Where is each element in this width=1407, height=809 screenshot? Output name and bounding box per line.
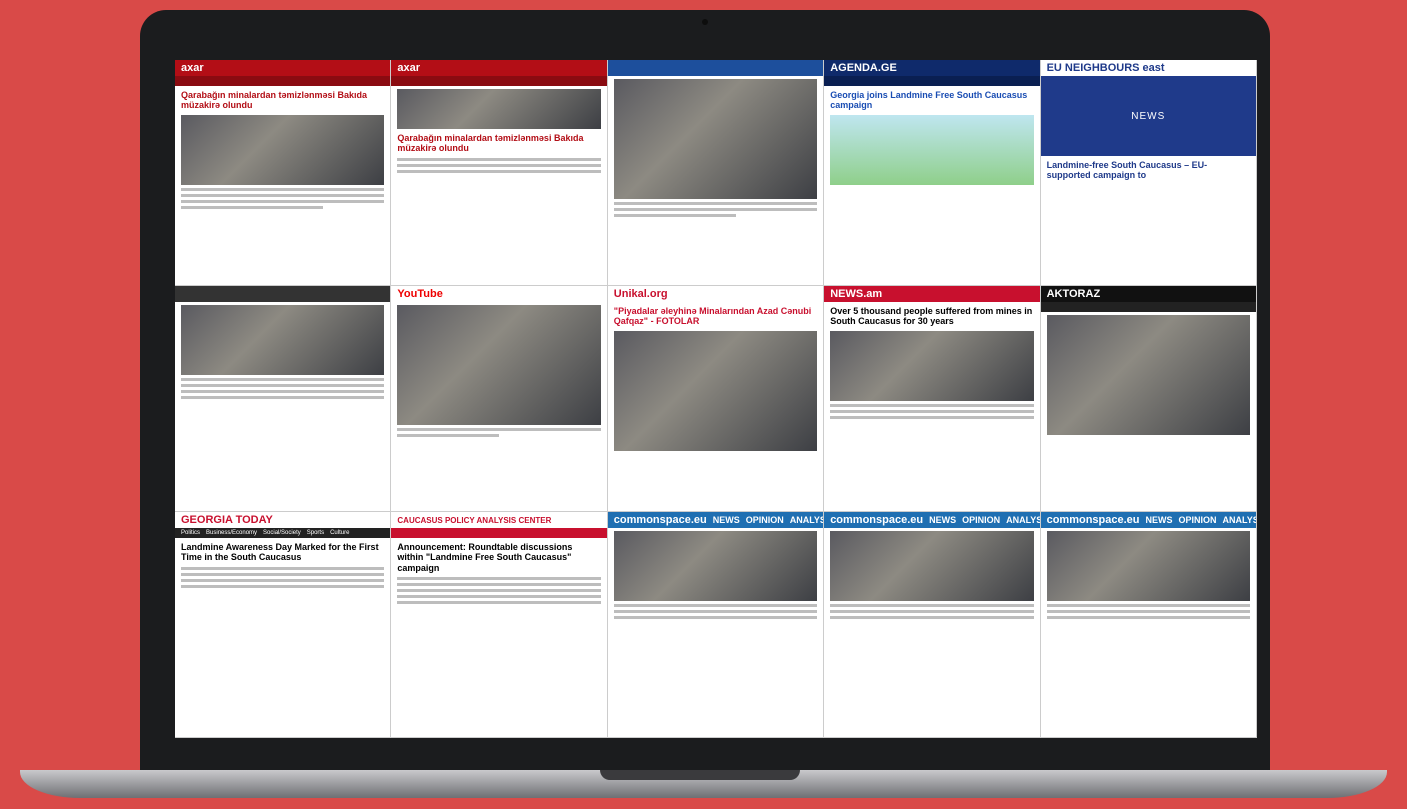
nav-opinion[interactable]: OPINION xyxy=(1179,515,1217,525)
video-info xyxy=(397,428,601,437)
nav-analysis[interactable]: ANALYSIS xyxy=(1006,515,1039,525)
tile-agenda-ge[interactable]: AGENDA.GE Georgia joins Landmine Free So… xyxy=(824,60,1041,286)
article-photo xyxy=(1046,531,1250,601)
tile-cpac[interactable]: CAUCASUS POLICY ANALYSIS CENTER Announce… xyxy=(391,512,608,738)
site-header: axar xyxy=(175,60,391,76)
site-header: AKTORAZ xyxy=(1040,286,1256,302)
nav-item[interactable]: Politics xyxy=(181,530,200,536)
site-nav xyxy=(391,76,607,86)
article-text xyxy=(613,202,818,217)
video-player[interactable] xyxy=(397,305,601,425)
headline[interactable]: Qarabağın minalardan təmizlənməsi Bakıda… xyxy=(397,133,600,154)
nav-item[interactable]: Business/Economy xyxy=(206,530,257,536)
site-header: Unikal.org xyxy=(607,286,824,302)
site-header: GEORGIA TODAY xyxy=(175,512,391,528)
site-header: commonspace.eu NEWS OPINION ANALYSIS xyxy=(824,512,1040,528)
tile-georgia-today[interactable]: GEORGIA TODAY Politics Business/Economy … xyxy=(175,512,392,738)
article-illustration xyxy=(830,114,1034,185)
article-text xyxy=(181,566,385,588)
site-header: AGENDA.GE xyxy=(824,60,1040,76)
article-photo xyxy=(613,79,818,199)
site-header: axar xyxy=(391,60,607,76)
site-header: EU NEIGHBOURS east xyxy=(1040,60,1256,76)
tile-axar-1[interactable]: axar Qarabağın minalardan təmizlənməsi B… xyxy=(175,60,392,286)
article-photo xyxy=(613,531,818,601)
site-logo: commonspace.eu xyxy=(1046,514,1140,526)
headline[interactable]: "Piyadalar əleyhinə Minalarından Azad Cə… xyxy=(614,306,817,327)
site-logo: AGENDA.GE xyxy=(830,62,897,74)
nav-analysis[interactable]: ANALYSIS xyxy=(1223,515,1256,525)
nav-news[interactable]: NEWS xyxy=(929,515,956,525)
headline[interactable]: Announcement: Roundtable discussions wit… xyxy=(397,542,600,573)
site-nav xyxy=(391,528,607,538)
site-logo: commonspace.eu xyxy=(613,514,707,526)
tile-commonspace-3[interactable]: commonspace.eu NEWS OPINION ANALYSIS xyxy=(1040,512,1257,738)
tile-armenian-news[interactable] xyxy=(175,286,392,512)
top-photos xyxy=(397,89,601,129)
camera xyxy=(702,19,708,25)
site-nav: Politics Business/Economy Social/Society… xyxy=(175,528,391,538)
tile-news-am[interactable]: NEWS.am Over 5 thousand people suffered … xyxy=(824,286,1041,512)
nav-item[interactable]: Sports xyxy=(307,530,324,536)
article-text xyxy=(181,378,385,399)
article-text xyxy=(830,604,1034,619)
article-text xyxy=(397,577,601,605)
site-nav xyxy=(1040,302,1256,312)
headline[interactable]: Georgia joins Landmine Free South Caucas… xyxy=(830,90,1033,111)
article-text xyxy=(397,157,601,173)
site-logo: commonspace.eu xyxy=(830,514,924,526)
site-header xyxy=(175,286,391,302)
screen-collage: axar Qarabağın minalardan təmizlənməsi B… xyxy=(175,60,1257,738)
nav-opinion[interactable]: OPINION xyxy=(746,515,784,525)
site-logo: CAUCASUS POLICY ANALYSIS CENTER xyxy=(397,515,552,525)
site-header xyxy=(607,60,824,76)
nav-item[interactable]: Social/Society xyxy=(263,530,301,536)
article-photo xyxy=(830,531,1034,601)
article-photo xyxy=(181,114,385,185)
site-header: commonspace.eu NEWS OPINION ANALYSIS xyxy=(607,512,824,528)
tile-news-3[interactable] xyxy=(607,60,825,286)
article-text xyxy=(181,187,385,209)
nav-news[interactable]: NEWS xyxy=(1146,515,1173,525)
site-logo: EU NEIGHBOURS east xyxy=(1046,62,1165,74)
tile-aktoraz[interactable]: AKTORAZ xyxy=(1040,286,1257,512)
nav-item[interactable]: Culture xyxy=(330,530,349,536)
youtube-logo: YouTube xyxy=(397,288,443,300)
site-nav xyxy=(824,76,1040,86)
nav-analysis[interactable]: ANALYSIS xyxy=(790,515,823,525)
site-logo: Unikal.org xyxy=(613,288,668,300)
tile-axar-2[interactable]: axar Qarabağın minalardan təmizlənməsi B… xyxy=(391,60,608,286)
site-logo: GEORGIA TODAY xyxy=(181,514,273,526)
site-header: CAUCASUS POLICY ANALYSIS CENTER xyxy=(391,512,607,528)
hero-banner: NEWS xyxy=(1040,76,1256,156)
nav-opinion[interactable]: OPINION xyxy=(962,515,1000,525)
site-header: NEWS.am xyxy=(824,286,1040,302)
headline[interactable]: Over 5 thousand people suffered from min… xyxy=(830,306,1033,327)
article-text xyxy=(1046,604,1250,619)
site-logo: axar xyxy=(397,62,421,74)
article-photo xyxy=(181,305,385,375)
article-photo xyxy=(613,330,818,451)
site-logo: axar xyxy=(181,62,204,74)
article-photo xyxy=(830,330,1034,401)
tile-commonspace-2[interactable]: commonspace.eu NEWS OPINION ANALYSIS xyxy=(824,512,1041,738)
article-photo xyxy=(1046,315,1250,435)
tile-unikal[interactable]: Unikal.org "Piyadalar əleyhinə Minaların… xyxy=(607,286,825,512)
article-text xyxy=(830,403,1034,419)
tile-youtube[interactable]: YouTube xyxy=(391,286,608,512)
site-nav xyxy=(175,76,391,86)
laptop-notch xyxy=(600,770,800,780)
headline[interactable]: Landmine Awareness Day Marked for the Fi… xyxy=(181,542,384,563)
headline[interactable]: Landmine-free South Caucasus – EU-suppor… xyxy=(1047,160,1250,181)
site-logo: AKTORAZ xyxy=(1046,288,1101,300)
site-header: YouTube xyxy=(391,286,607,302)
site-header: commonspace.eu NEWS OPINION ANALYSIS xyxy=(1040,512,1256,528)
nav-news[interactable]: NEWS xyxy=(713,515,740,525)
article-text xyxy=(613,604,818,619)
tile-commonspace-1[interactable]: commonspace.eu NEWS OPINION ANALYSIS xyxy=(607,512,825,738)
site-logo: NEWS.am xyxy=(830,288,883,300)
tile-eu-neighbours[interactable]: EU NEIGHBOURS east NEWS Landmine-free So… xyxy=(1040,60,1257,286)
headline[interactable]: Qarabağın minalardan təmizlənməsi Bakıda… xyxy=(181,90,384,111)
